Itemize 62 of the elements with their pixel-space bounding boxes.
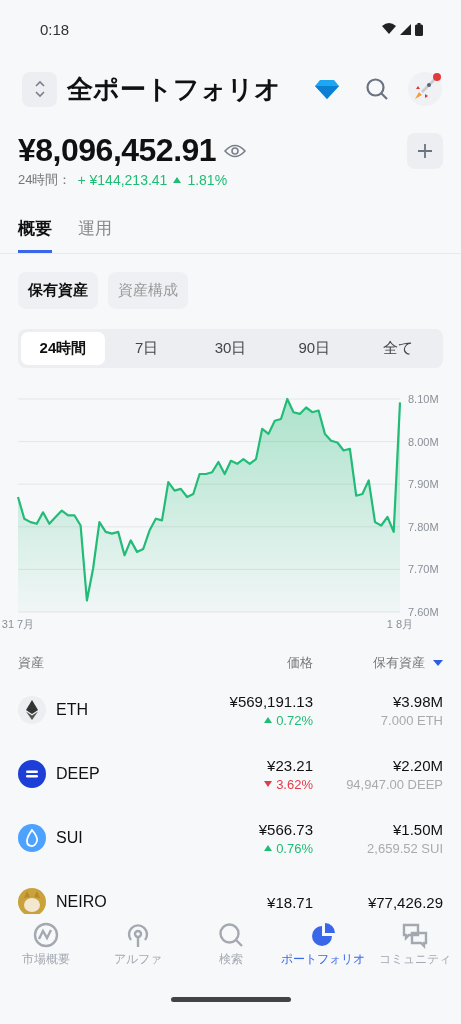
search-icon [216,920,245,949]
holding-value: ¥2.20M [392,756,443,774]
search-icon[interactable] [365,77,389,101]
switch-button[interactable] [22,71,57,107]
tab[interactable]: 概要 [18,211,52,253]
asset-price: ¥566.73 [258,820,313,838]
diamond-icon[interactable] [315,79,339,99]
asset-symbol[interactable]: NEIRO [56,893,107,911]
droplet-icon [18,824,46,852]
axis-label: 31 7月 [2,618,35,630]
axis-label: 8.10M [408,393,439,405]
coin-icon [18,696,46,724]
plus-icon [417,142,433,159]
column-header: 資産 [18,654,45,672]
holding-value: ¥1.50M [392,820,443,838]
change-percent: 1.81% [187,172,228,188]
chevrons-icon [33,80,46,98]
column-header[interactable]: 保有資産 [373,654,425,672]
axis-label: 7.60M [408,606,439,618]
axis-label: 1 8月 [386,618,414,630]
asset-symbol[interactable]: ETH [56,701,88,719]
range-tab[interactable]: 7日 [104,332,189,365]
wifi-icon [382,23,396,35]
status-time: 0:18 [40,20,70,38]
holding-amount: 7.000 ETH [380,712,443,728]
asset-symbol[interactable]: DEEP [56,765,100,783]
holding-value: ¥3.98M [392,692,443,710]
coin-icon [18,888,46,914]
holding-amount: 94,947.00 DEEP [346,776,443,792]
range-tab[interactable]: 全て [356,332,440,365]
asset-price: ¥23.21 [267,756,313,774]
axis-label: 7.70M [408,563,439,576]
period-label: 24時間： [18,171,72,189]
asset-price: ¥18.71 [267,893,313,911]
holding-value: ¥77,426.29 [367,893,443,911]
view-chip[interactable]: 保有資産 [18,272,98,309]
column-header: 価格 [286,654,313,672]
range-tab[interactable]: 24時間 [21,332,105,365]
axis-label: 7.80M [408,520,439,533]
range-tab[interactable]: 30日 [188,332,273,365]
change-amount: + ¥144,213.41 [77,172,168,188]
add-button[interactable] [407,132,443,169]
home-indicator[interactable] [170,996,291,1002]
nav-item[interactable]: ポートフォリオ [276,920,369,968]
signal-icon [400,23,411,35]
asset-symbol[interactable]: SUI [56,829,83,847]
battery-icon [415,22,423,36]
sort-caret-icon[interactable] [433,660,443,666]
coin-icon [18,760,46,788]
price-change: 0.72% [276,712,313,728]
axis-label: 7.90M [408,478,439,491]
eye-icon[interactable] [224,143,247,158]
axis-label: 8.00M [408,435,439,448]
range-tab[interactable]: 90日 [272,332,357,365]
holding-amount: 2,659.52 SUI [367,840,443,856]
total-balance: ¥8,096,452.91 [18,132,217,169]
price-change: 3.62% [276,776,313,792]
portfolio-title[interactable]: 全ポートフォリオ [67,71,297,107]
chart-circle-icon [32,920,61,949]
price-change: 0.76% [276,840,313,856]
tab[interactable]: 運用 [78,211,112,253]
asset-price: ¥569,191.13 [229,692,313,710]
